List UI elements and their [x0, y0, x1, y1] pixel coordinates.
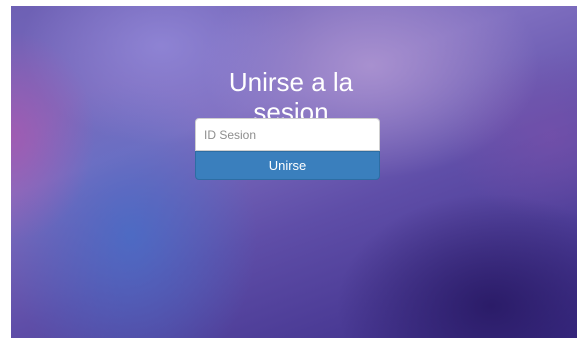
join-session-form: Unirse [195, 118, 380, 180]
session-id-input[interactable] [195, 118, 380, 151]
join-session-screen: Unirse a la sesion Unirse [11, 6, 577, 338]
join-button[interactable]: Unirse [195, 151, 380, 180]
title-line-1: Unirse a la [228, 67, 354, 98]
